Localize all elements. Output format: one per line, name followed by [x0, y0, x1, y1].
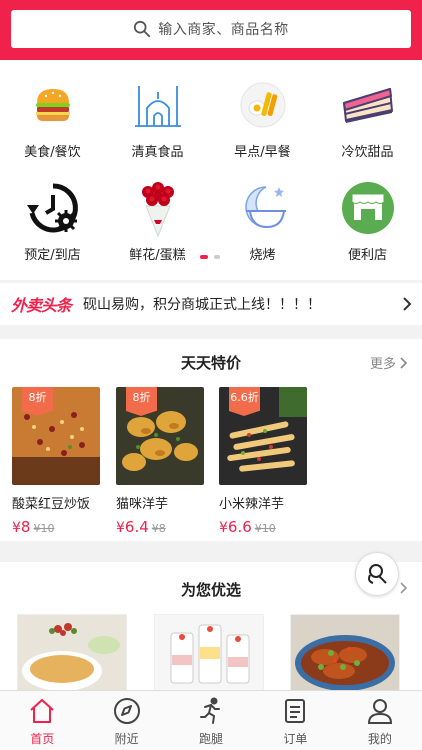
- category-label: 冷饮甜品: [341, 145, 394, 160]
- discount-badge: 8折: [126, 387, 157, 416]
- chevron-right-icon: [400, 356, 408, 369]
- original-price: ¥8: [151, 522, 166, 535]
- chevron-right-icon: [403, 297, 412, 311]
- category-bbq[interactable]: 烧烤: [210, 178, 315, 263]
- current-price: 6.4: [124, 518, 149, 536]
- recommended-item-photo[interactable]: [154, 614, 264, 690]
- home-page: 输入商家、商品名称 美食/餐饮 清真食品 早点/早餐 冷饮甜品 预定/到店 鲜花…: [0, 0, 422, 750]
- chat-support-icon: [368, 564, 387, 584]
- tab-label: 附近: [114, 732, 139, 746]
- page-dot-active: [200, 255, 208, 259]
- recommended-item-photo[interactable]: [17, 614, 127, 690]
- category-grid: 美食/餐饮 清真食品 早点/早餐 冷饮甜品 预定/到店 鲜花/蛋糕 烧烤 便利店: [0, 60, 422, 280]
- compass-icon: [113, 698, 140, 724]
- category-label: 早点/早餐: [234, 145, 291, 160]
- recommended-item-photo[interactable]: [290, 614, 400, 690]
- original-price: ¥10: [254, 522, 276, 535]
- currency-symbol: ¥: [116, 520, 125, 536]
- mosque-icon: [128, 75, 188, 135]
- order-list-icon: [285, 699, 306, 723]
- category-label: 美食/餐饮: [24, 145, 81, 160]
- special-item[interactable]: 8折 猫咪洋芋 ¥6.4 ¥8: [116, 387, 204, 536]
- moon-bowl-icon: [233, 178, 293, 238]
- discount-badge: 6.6折: [229, 387, 260, 416]
- item-name: 猫咪洋芋: [116, 497, 169, 512]
- news-ticker[interactable]: 外卖头条 砚山易购，积分商城正式上线！！！！: [0, 283, 422, 325]
- item-price: ¥6.6 ¥10: [219, 518, 307, 536]
- tab-label: 我的: [367, 732, 392, 746]
- currency-symbol: ¥: [219, 520, 228, 536]
- burger-icon: [23, 75, 83, 135]
- tab-label: 跑腿: [199, 732, 224, 746]
- home-icon: [30, 699, 54, 723]
- item-name: 小米辣洋芋: [219, 497, 285, 512]
- category-dessert[interactable]: 冷饮甜品: [315, 75, 420, 160]
- item-price: ¥6.4 ¥8: [116, 518, 204, 536]
- search-input[interactable]: 输入商家、商品名称: [11, 10, 411, 48]
- runner-icon: [200, 697, 221, 724]
- search-placeholder: 输入商家、商品名称: [158, 22, 289, 38]
- current-price: 8: [20, 518, 31, 536]
- cake-icon: [338, 75, 398, 135]
- store-icon: [338, 178, 398, 238]
- category-halal[interactable]: 清真食品: [105, 75, 210, 160]
- original-price: ¥10: [33, 522, 55, 535]
- currency-symbol: ¥: [12, 520, 21, 536]
- tab-home[interactable]: 首页: [0, 691, 84, 750]
- clock-gear-icon: [23, 178, 83, 238]
- tab-orders[interactable]: 订单: [253, 691, 337, 750]
- search-header: 输入商家、商品名称: [0, 0, 422, 60]
- more-label: 更多: [369, 357, 396, 372]
- tab-profile[interactable]: 我的: [338, 691, 422, 750]
- category-label: 便利店: [347, 248, 387, 263]
- more-link[interactable]: 更多: [370, 353, 408, 372]
- special-item[interactable]: 6.6折 小米辣洋芋 ¥6.6 ¥10: [219, 387, 307, 536]
- category-label: 鲜花/蛋糕: [129, 248, 186, 263]
- tab-errands[interactable]: 跑腿: [169, 691, 253, 750]
- chevron-right-icon: [400, 582, 408, 594]
- floating-assistant-button[interactable]: [355, 552, 399, 596]
- food-photo: 8折: [12, 387, 100, 485]
- headline-text: 砚山易购，积分商城正式上线！！！！: [83, 297, 322, 313]
- item-price: ¥8 ¥10: [12, 518, 100, 536]
- flower-bouquet-icon: [128, 178, 188, 238]
- special-item[interactable]: 8折 酸菜红豆炒饭 ¥8 ¥10: [12, 387, 100, 536]
- search-icon: [134, 20, 151, 38]
- current-price: 6.6: [227, 518, 252, 536]
- section-title: 天天特价: [180, 354, 241, 372]
- category-label: 预定/到店: [24, 248, 81, 263]
- page-dot: [214, 255, 220, 259]
- category-convenience-store[interactable]: 便利店: [315, 178, 420, 263]
- category-reservation[interactable]: 预定/到店: [0, 178, 105, 263]
- user-icon: [367, 699, 392, 724]
- food-photo: 6.6折: [219, 387, 307, 485]
- tab-nearby[interactable]: 附近: [84, 691, 168, 750]
- tab-label: 订单: [283, 732, 308, 746]
- category-food[interactable]: 美食/餐饮: [0, 75, 105, 160]
- discount-badge: 8折: [22, 387, 53, 416]
- headline-logo: 外卖头条: [11, 296, 72, 315]
- carousel-page-indicator: [200, 255, 220, 259]
- category-label: 烧烤: [249, 248, 276, 263]
- item-name: 酸菜红豆炒饭: [12, 497, 91, 512]
- food-photo: 8折: [116, 387, 204, 485]
- bottom-tab-bar: 首页 附近 跑腿 订单 我的: [0, 690, 422, 750]
- daily-specials-section: 天天特价 更多 8折 酸菜红豆炒饭 ¥8 ¥10 8折 猫咪洋芋 ¥6.4 ¥8…: [0, 339, 422, 541]
- category-breakfast[interactable]: 早点/早餐: [210, 75, 315, 160]
- tab-label: 首页: [30, 732, 55, 746]
- category-label: 清真食品: [131, 145, 184, 160]
- category-flowers[interactable]: 鲜花/蛋糕: [105, 178, 210, 263]
- breakfast-plate-icon: [233, 75, 293, 135]
